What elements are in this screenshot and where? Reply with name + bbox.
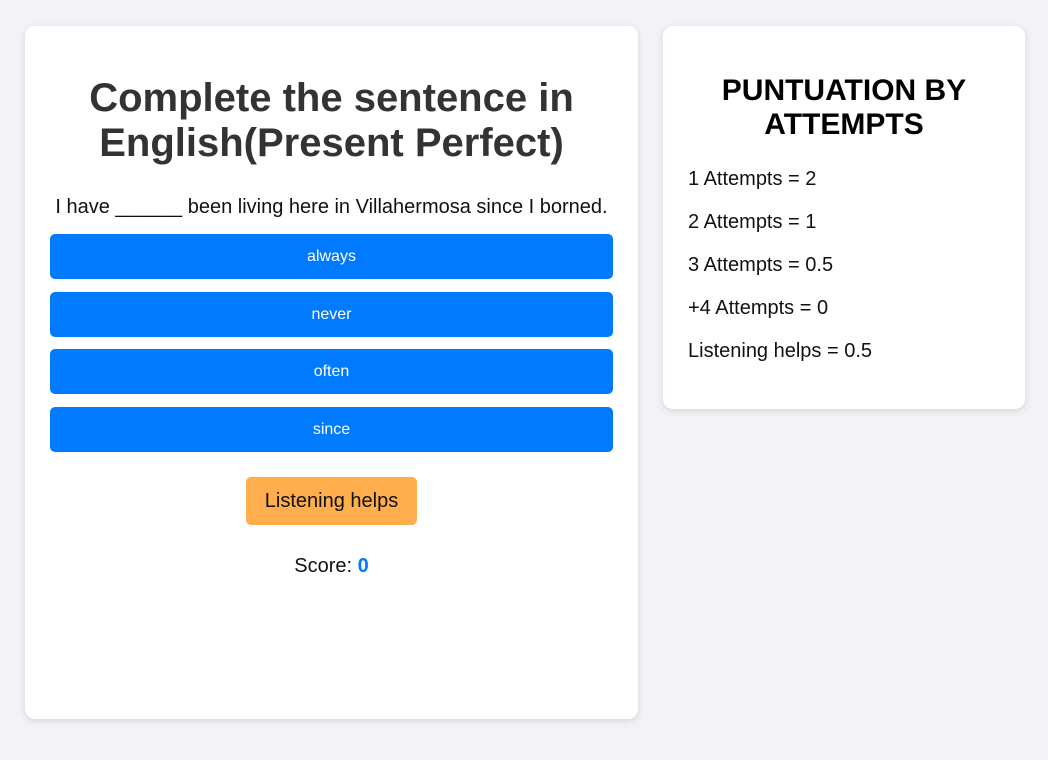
quiz-sentence: I have ______ been living here in Villah… [55,196,608,218]
score-value: 0 [357,554,369,577]
scoring-rules-list: 1 Attempts = 2 2 Attempts = 1 3 Attempts… [688,164,1000,366]
quiz-card: Complete the sentence in English(Present… [25,26,638,719]
option-button-always[interactable]: always [50,234,613,279]
option-button-since[interactable]: since [50,406,613,452]
quiz-title: Complete the sentence in English(Present… [89,76,574,165]
scoring-rule: 3 Attempts = 0.5 [688,254,834,276]
option-button-often[interactable]: often [50,349,613,394]
option-button-never[interactable]: never [50,291,613,337]
score-display: Score: 0 [50,551,613,581]
scoring-rule: 1 Attempts = 2 [688,168,817,190]
scoring-card: PUNTUATION BY ATTEMPTS 1 Attempts = 2 2 … [663,26,1025,409]
scoring-rule: Listening helps = 0.5 [688,340,873,362]
scoring-rule: 2 Attempts = 1 [688,211,817,233]
score-label: Score: [294,554,353,577]
scoring-title: PUNTUATION BY ATTEMPTS [721,74,967,141]
answer-options: always never often since [50,234,613,452]
scoring-rule: +4 Attempts = 0 [688,297,829,319]
listen-wrap: Listening helps [50,476,613,525]
listening-helps-button[interactable]: Listening helps [246,476,417,525]
